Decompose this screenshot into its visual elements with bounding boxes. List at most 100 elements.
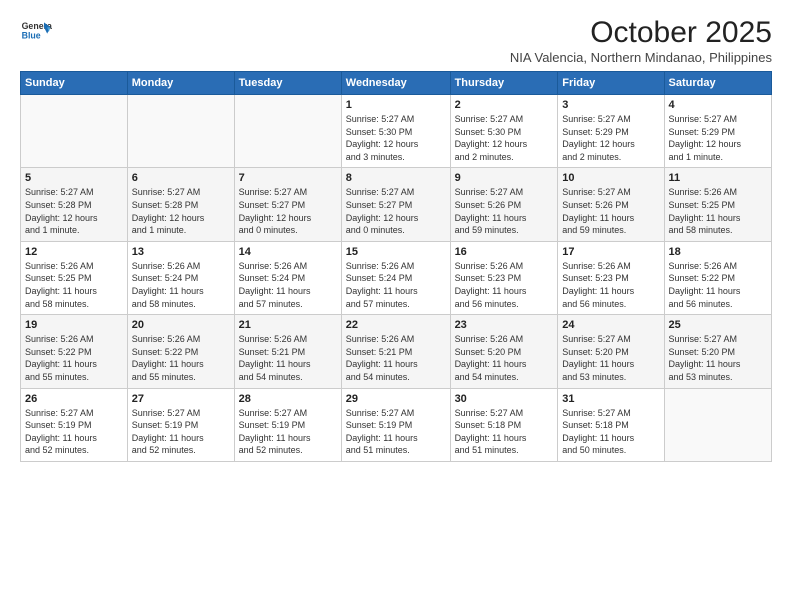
day-number: 15 bbox=[346, 246, 446, 258]
day-info: Sunrise: 5:27 AM Sunset: 5:30 PM Dayligh… bbox=[455, 113, 554, 163]
calendar-cell: 17 Sunrise: 5:26 AM Sunset: 5:23 PM Dayli… bbox=[558, 241, 664, 314]
calendar-cell: 25 Sunrise: 5:27 AM Sunset: 5:20 PM Dayli… bbox=[664, 315, 771, 388]
logo-icon: General Blue bbox=[20, 16, 52, 48]
calendar-cell: 22 Sunrise: 5:26 AM Sunset: 5:21 PM Dayli… bbox=[341, 315, 450, 388]
day-info: Sunrise: 5:27 AM Sunset: 5:19 PM Dayligh… bbox=[25, 407, 123, 457]
week-row-4: 19 Sunrise: 5:26 AM Sunset: 5:22 PM Dayli… bbox=[21, 315, 772, 388]
day-header-sunday: Sunday bbox=[21, 72, 128, 95]
day-info: Sunrise: 5:26 AM Sunset: 5:20 PM Dayligh… bbox=[455, 333, 554, 383]
day-info: Sunrise: 5:26 AM Sunset: 5:22 PM Dayligh… bbox=[669, 260, 767, 310]
day-info: Sunrise: 5:26 AM Sunset: 5:21 PM Dayligh… bbox=[239, 333, 337, 383]
day-number: 5 bbox=[25, 172, 123, 184]
calendar-cell: 24 Sunrise: 5:27 AM Sunset: 5:20 PM Dayli… bbox=[558, 315, 664, 388]
calendar-cell: 18Sunrise: 5:26 AM Sunset: 5:22 PM Dayli… bbox=[664, 241, 771, 314]
day-number: 10 bbox=[562, 172, 659, 184]
day-info: Sunrise: 5:26 AM Sunset: 5:22 PM Dayligh… bbox=[132, 333, 230, 383]
day-number: 1 bbox=[346, 99, 446, 111]
day-info: Sunrise: 5:27 AM Sunset: 5:29 PM Dayligh… bbox=[562, 113, 659, 163]
calendar-cell: 13 Sunrise: 5:26 AM Sunset: 5:24 PM Dayli… bbox=[127, 241, 234, 314]
day-number: 3 bbox=[562, 99, 659, 111]
day-info: Sunrise: 5:26 AM Sunset: 5:25 PM Dayligh… bbox=[669, 186, 767, 236]
page: General Blue October 2025 NIA Valencia, … bbox=[0, 0, 792, 472]
day-info: Sunrise: 5:27 AM Sunset: 5:18 PM Dayligh… bbox=[455, 407, 554, 457]
day-number: 4 bbox=[669, 99, 767, 111]
day-info: Sunrise: 5:27 AM Sunset: 5:28 PM Dayligh… bbox=[132, 186, 230, 236]
svg-text:Blue: Blue bbox=[22, 30, 41, 40]
day-info: Sunrise: 5:27 AM Sunset: 5:20 PM Dayligh… bbox=[669, 333, 767, 383]
day-number: 21 bbox=[239, 319, 337, 331]
day-number: 6 bbox=[132, 172, 230, 184]
day-number: 24 bbox=[562, 319, 659, 331]
day-number: 16 bbox=[455, 246, 554, 258]
day-info: Sunrise: 5:27 AM Sunset: 5:28 PM Dayligh… bbox=[25, 186, 123, 236]
week-row-2: 5 Sunrise: 5:27 AM Sunset: 5:28 PM Daylig… bbox=[21, 168, 772, 241]
day-header-thursday: Thursday bbox=[450, 72, 558, 95]
day-number: 23 bbox=[455, 319, 554, 331]
day-info: Sunrise: 5:27 AM Sunset: 5:26 PM Dayligh… bbox=[562, 186, 659, 236]
calendar-cell: 26 Sunrise: 5:27 AM Sunset: 5:19 PM Dayli… bbox=[21, 388, 128, 461]
calendar-cell: 3 Sunrise: 5:27 AM Sunset: 5:29 PM Daylig… bbox=[558, 95, 664, 168]
day-number: 12 bbox=[25, 246, 123, 258]
day-number: 19 bbox=[25, 319, 123, 331]
calendar-cell: 7 Sunrise: 5:27 AM Sunset: 5:27 PM Daylig… bbox=[234, 168, 341, 241]
day-number: 26 bbox=[25, 393, 123, 405]
day-info: Sunrise: 5:27 AM Sunset: 5:30 PM Dayligh… bbox=[346, 113, 446, 163]
calendar-cell: 1 Sunrise: 5:27 AM Sunset: 5:30 PM Daylig… bbox=[341, 95, 450, 168]
calendar-cell bbox=[234, 95, 341, 168]
calendar-cell: 20 Sunrise: 5:26 AM Sunset: 5:22 PM Dayli… bbox=[127, 315, 234, 388]
day-number: 7 bbox=[239, 172, 337, 184]
day-header-friday: Friday bbox=[558, 72, 664, 95]
day-number: 30 bbox=[455, 393, 554, 405]
day-info: Sunrise: 5:27 AM Sunset: 5:18 PM Dayligh… bbox=[562, 407, 659, 457]
day-header-wednesday: Wednesday bbox=[341, 72, 450, 95]
day-info: Sunrise: 5:27 AM Sunset: 5:19 PM Dayligh… bbox=[239, 407, 337, 457]
day-info: Sunrise: 5:27 AM Sunset: 5:19 PM Dayligh… bbox=[132, 407, 230, 457]
day-info: Sunrise: 5:26 AM Sunset: 5:21 PM Dayligh… bbox=[346, 333, 446, 383]
day-number: 17 bbox=[562, 246, 659, 258]
day-info: Sunrise: 5:27 AM Sunset: 5:20 PM Dayligh… bbox=[562, 333, 659, 383]
calendar-cell: 29 Sunrise: 5:27 AM Sunset: 5:19 PM Dayli… bbox=[341, 388, 450, 461]
calendar-cell: 14 Sunrise: 5:26 AM Sunset: 5:24 PM Dayli… bbox=[234, 241, 341, 314]
week-row-5: 26 Sunrise: 5:27 AM Sunset: 5:19 PM Dayli… bbox=[21, 388, 772, 461]
calendar-cell: 27Sunrise: 5:27 AM Sunset: 5:19 PM Dayli… bbox=[127, 388, 234, 461]
day-info: Sunrise: 5:26 AM Sunset: 5:22 PM Dayligh… bbox=[25, 333, 123, 383]
day-info: Sunrise: 5:26 AM Sunset: 5:23 PM Dayligh… bbox=[562, 260, 659, 310]
calendar-cell: 30 Sunrise: 5:27 AM Sunset: 5:18 PM Dayli… bbox=[450, 388, 558, 461]
calendar-cell: 2 Sunrise: 5:27 AM Sunset: 5:30 PM Daylig… bbox=[450, 95, 558, 168]
calendar-cell: 4 Sunrise: 5:27 AM Sunset: 5:29 PM Daylig… bbox=[664, 95, 771, 168]
day-number: 22 bbox=[346, 319, 446, 331]
calendar-cell: 11Sunrise: 5:26 AM Sunset: 5:25 PM Dayli… bbox=[664, 168, 771, 241]
week-row-3: 12Sunrise: 5:26 AM Sunset: 5:25 PM Dayli… bbox=[21, 241, 772, 314]
calendar-cell bbox=[127, 95, 234, 168]
day-info: Sunrise: 5:27 AM Sunset: 5:29 PM Dayligh… bbox=[669, 113, 767, 163]
calendar-cell: 21 Sunrise: 5:26 AM Sunset: 5:21 PM Dayli… bbox=[234, 315, 341, 388]
calendar: SundayMondayTuesdayWednesdayThursdayFrid… bbox=[20, 71, 772, 462]
month-title: October 2025 bbox=[510, 16, 772, 50]
calendar-cell: 6 Sunrise: 5:27 AM Sunset: 5:28 PM Daylig… bbox=[127, 168, 234, 241]
location-title: NIA Valencia, Northern Mindanao, Philipp… bbox=[510, 50, 772, 65]
day-info: Sunrise: 5:26 AM Sunset: 5:24 PM Dayligh… bbox=[239, 260, 337, 310]
day-info: Sunrise: 5:26 AM Sunset: 5:23 PM Dayligh… bbox=[455, 260, 554, 310]
calendar-cell: 12Sunrise: 5:26 AM Sunset: 5:25 PM Dayli… bbox=[21, 241, 128, 314]
day-info: Sunrise: 5:27 AM Sunset: 5:19 PM Dayligh… bbox=[346, 407, 446, 457]
day-number: 29 bbox=[346, 393, 446, 405]
day-number: 14 bbox=[239, 246, 337, 258]
day-number: 25 bbox=[669, 319, 767, 331]
day-number: 9 bbox=[455, 172, 554, 184]
calendar-cell: 19 Sunrise: 5:26 AM Sunset: 5:22 PM Dayli… bbox=[21, 315, 128, 388]
title-area: October 2025 NIA Valencia, Northern Mind… bbox=[510, 16, 772, 65]
day-number: 13 bbox=[132, 246, 230, 258]
day-info: Sunrise: 5:26 AM Sunset: 5:24 PM Dayligh… bbox=[346, 260, 446, 310]
day-header-tuesday: Tuesday bbox=[234, 72, 341, 95]
logo: General Blue bbox=[20, 16, 52, 48]
day-number: 2 bbox=[455, 99, 554, 111]
calendar-cell bbox=[21, 95, 128, 168]
calendar-cell: 10 Sunrise: 5:27 AM Sunset: 5:26 PM Dayli… bbox=[558, 168, 664, 241]
header: General Blue October 2025 NIA Valencia, … bbox=[20, 16, 772, 65]
day-number: 20 bbox=[132, 319, 230, 331]
day-info: Sunrise: 5:26 AM Sunset: 5:24 PM Dayligh… bbox=[132, 260, 230, 310]
day-number: 8 bbox=[346, 172, 446, 184]
calendar-cell: 8 Sunrise: 5:27 AM Sunset: 5:27 PM Daylig… bbox=[341, 168, 450, 241]
day-info: Sunrise: 5:27 AM Sunset: 5:27 PM Dayligh… bbox=[346, 186, 446, 236]
day-info: Sunrise: 5:27 AM Sunset: 5:27 PM Dayligh… bbox=[239, 186, 337, 236]
